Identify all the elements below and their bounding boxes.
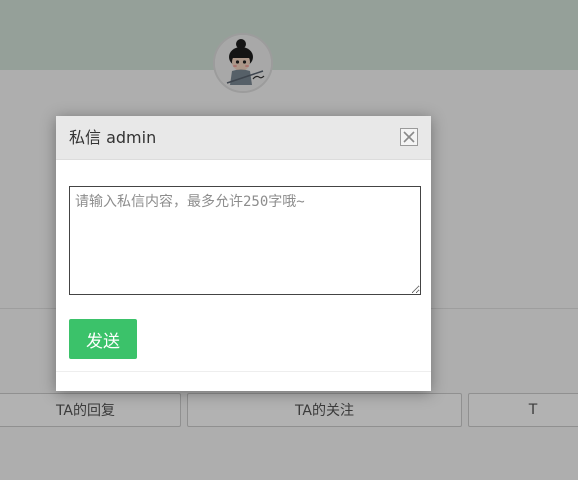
dialog-header: 私信 admin (56, 116, 431, 160)
private-message-dialog: 私信 admin 发送 (56, 116, 431, 391)
message-input[interactable] (69, 186, 421, 295)
dialog-title: 私信 admin (69, 128, 157, 147)
send-button[interactable]: 发送 (69, 319, 137, 359)
close-button[interactable] (400, 128, 418, 146)
close-icon (403, 131, 415, 143)
dialog-footer-divider (56, 371, 431, 372)
